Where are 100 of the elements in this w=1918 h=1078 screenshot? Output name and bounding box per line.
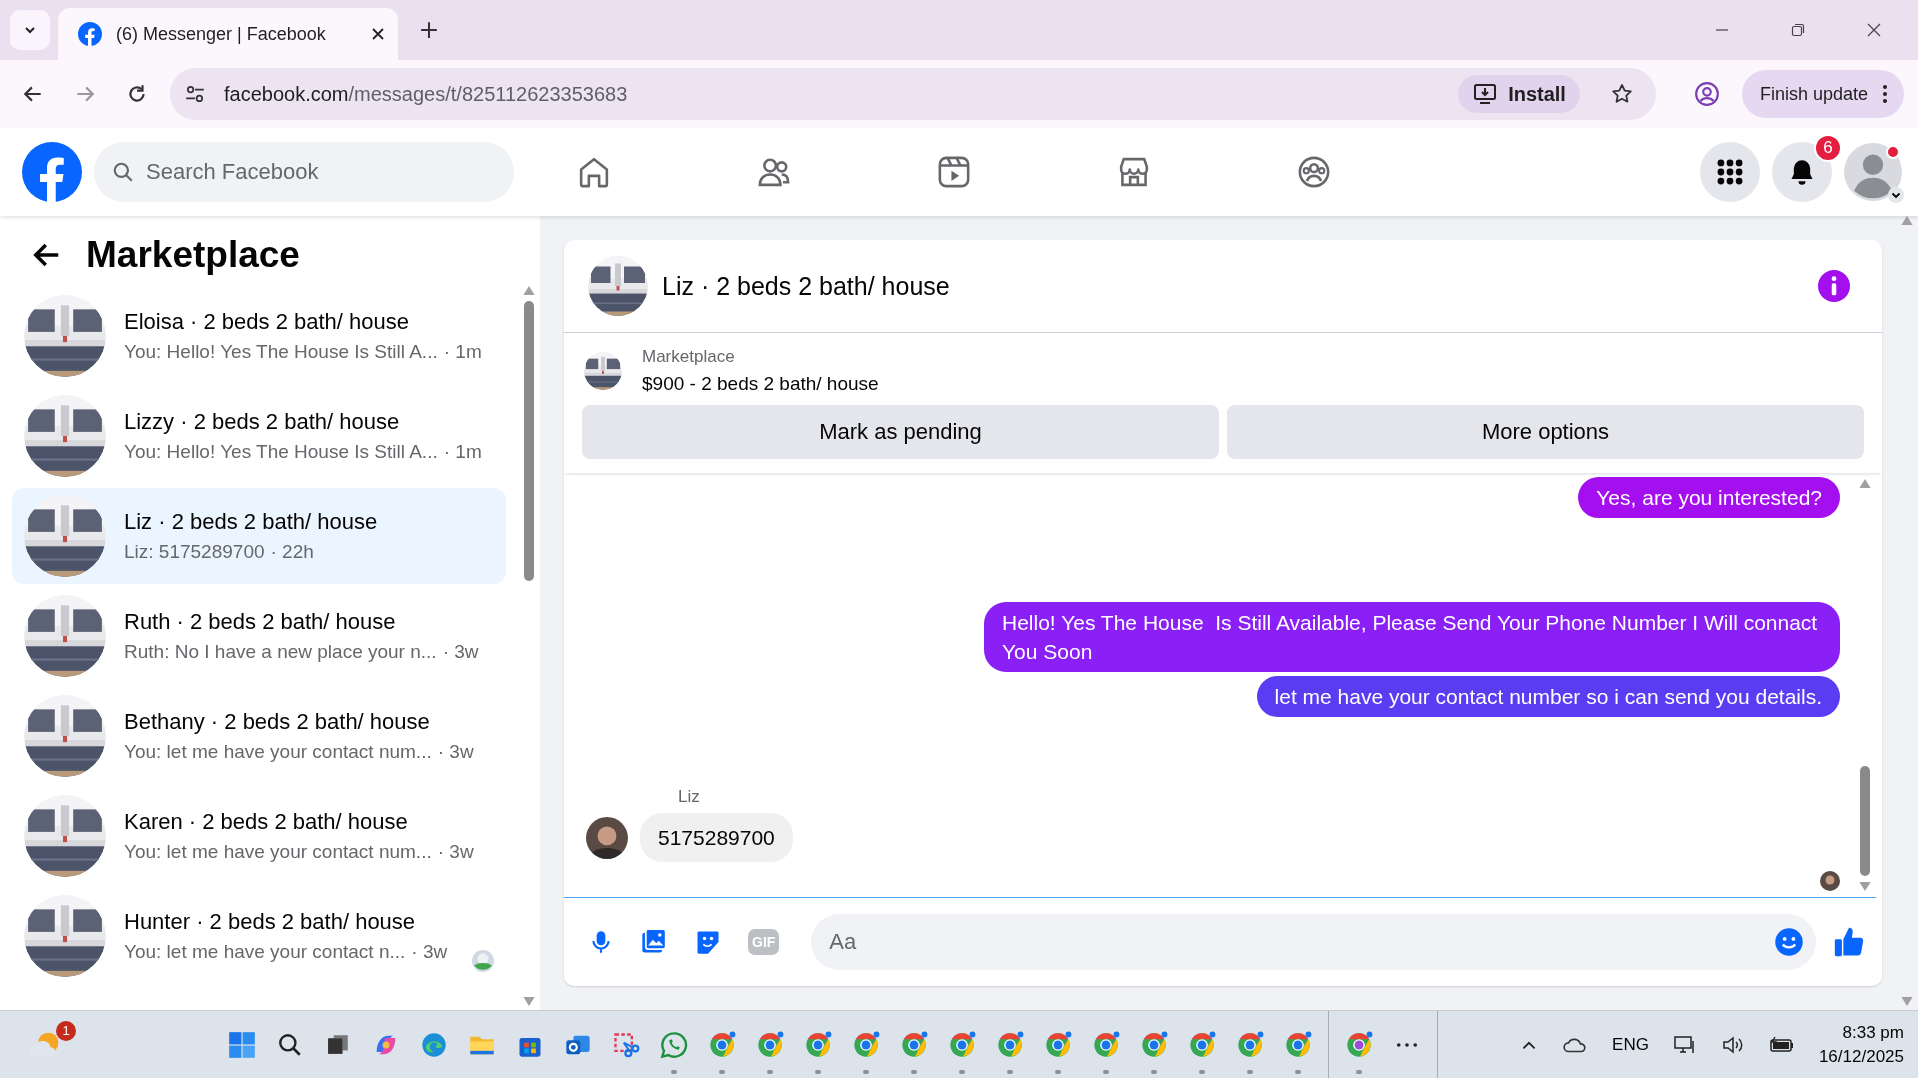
chat-title: Liz · 2 beds 2 bath/ house	[662, 271, 950, 301]
emoji-icon[interactable]	[1774, 927, 1804, 957]
conversation-item[interactable]: Hunter · 2 beds 2 bath/ house You: let me have your contact n... · 3w	[12, 888, 506, 984]
conversation-item[interactable]: Ruth · 2 beds 2 bath/ house Ruth: No I have a new place your n... · 3w	[12, 588, 506, 684]
browser-icon[interactable]	[804, 1030, 832, 1059]
groups-icon[interactable]	[1296, 154, 1332, 190]
edge-icon[interactable]	[420, 1030, 448, 1059]
search-field[interactable]: Search Facebook	[94, 142, 514, 202]
browser-icon[interactable]	[1345, 1030, 1373, 1059]
language-indicator[interactable]: ENG	[1612, 1034, 1649, 1055]
conversation-item[interactable]: Karen · 2 beds 2 bath/ house You: let me have your contact num... · 3w	[12, 788, 506, 884]
reload-icon[interactable]	[126, 83, 148, 105]
scroll-down-icon[interactable]	[1859, 882, 1871, 891]
conversation-name: Liz · 2 beds 2 bath/ house	[124, 509, 378, 535]
close-icon[interactable]	[1866, 22, 1882, 38]
message-preview: You: let me have your contact n...	[124, 941, 406, 963]
avatar-icon	[586, 816, 628, 859]
grid-icon	[1717, 159, 1743, 185]
info-icon[interactable]	[1818, 270, 1850, 302]
scissors-icon[interactable]	[612, 1030, 640, 1059]
notification-badge: 6	[1814, 134, 1842, 162]
caret-icon[interactable]	[1888, 187, 1904, 203]
facebook-logo[interactable]	[22, 142, 82, 202]
browser-icon[interactable]	[1284, 1030, 1312, 1059]
listing-action-button[interactable]: Mark as pending	[582, 405, 1219, 459]
image-icon[interactable]	[640, 928, 668, 956]
search-icon	[112, 161, 134, 183]
seen-avatar-icon	[1820, 871, 1840, 891]
message-time: · 3w	[437, 841, 474, 863]
sidebar-title: Marketplace	[86, 234, 300, 276]
facebook-logo-icon	[78, 22, 102, 46]
message-time: · 22h	[270, 541, 314, 563]
finish-update-button[interactable]: Finish update	[1741, 70, 1904, 118]
conversation-item[interactable]: Liz · 2 beds 2 bath/ house Liz: 5175289700 · 22h	[12, 488, 506, 584]
menu-button[interactable]	[1700, 142, 1760, 202]
listing-action-button[interactable]: More options	[1227, 405, 1864, 459]
conversation-item[interactable]: Bethany · 2 beds 2 bath/ house You: let me have your contact num... · 3w	[12, 688, 506, 784]
sent-message: let me have your contact number so i can send you details.	[1256, 676, 1840, 717]
clock-date[interactable]: 16/12/2025	[1818, 1046, 1904, 1067]
conversation-name: Eloisa · 2 beds 2 bath/ house	[124, 309, 410, 335]
listing-title: $900 - 2 beds 2 bath/ house	[642, 373, 879, 395]
site-settings-icon[interactable]	[184, 83, 206, 105]
more-icon[interactable]	[1396, 1041, 1418, 1048]
browser-icon[interactable]	[1188, 1030, 1216, 1059]
message-time: · 1m	[443, 441, 482, 463]
scrollbar-thumb[interactable]	[524, 301, 534, 581]
conversation-name: Ruth · 2 beds 2 bath/ house	[124, 609, 397, 635]
new-tab-icon[interactable]	[420, 21, 438, 39]
conversation-item[interactable]: Eloisa · 2 beds 2 bath/ house You: Hello! Yes The House Is Still A... · 1m	[12, 288, 506, 384]
star-icon[interactable]	[1609, 82, 1634, 106]
close-icon[interactable]	[372, 28, 384, 40]
browser-icon[interactable]	[1236, 1030, 1264, 1059]
browser-icon[interactable]	[756, 1030, 784, 1059]
message-preview: Ruth: No I have a new place your n...	[124, 641, 437, 663]
browser-icon[interactable]	[1092, 1030, 1120, 1059]
video-icon[interactable]	[936, 154, 972, 190]
message-time: · 1m	[443, 341, 482, 363]
browser-tab[interactable]: (6) Messenger | Facebook	[58, 8, 398, 60]
browser-icon[interactable]	[996, 1030, 1024, 1059]
profile-icon[interactable]	[1693, 81, 1720, 107]
url-text: facebook.com/messages/t/825112623353683	[224, 82, 628, 106]
tab-title: (6) Messenger | Facebook	[116, 23, 327, 45]
search-icon[interactable]	[277, 1031, 303, 1058]
browser-icon[interactable]	[852, 1030, 880, 1059]
windows-start-icon[interactable]	[228, 1030, 256, 1059]
message-time: · 3w	[437, 741, 474, 763]
message-preview: You: let me have your contact num...	[124, 741, 432, 763]
browser-icon[interactable]	[708, 1030, 736, 1059]
browser-icon[interactable]	[1140, 1030, 1168, 1059]
sent-message: Hello! Yes The House Is Still Available, Please Send Your Phone Number I Will connact You Soon	[984, 602, 1840, 672]
conversation-name: Lizzy · 2 beds 2 bath/ house	[124, 409, 401, 435]
sender-name: Liz	[678, 787, 701, 807]
scrollbar-thumb[interactable]	[1860, 766, 1870, 876]
browser-icon[interactable]	[1044, 1030, 1072, 1059]
install-icon	[1472, 82, 1499, 106]
clock-time[interactable]: 8:33 pm	[1842, 1022, 1904, 1043]
scroll-up-icon[interactable]	[523, 286, 535, 295]
chat-bubble-icon[interactable]	[660, 1030, 688, 1059]
address-bar[interactable]: facebook.com/messages/t/825112623353683 Install	[170, 68, 1656, 120]
restore-icon[interactable]	[1790, 22, 1806, 38]
received-message: 5175289700	[640, 813, 793, 862]
sent-message: Yes, are you interested?	[1578, 477, 1840, 518]
conversation-item[interactable]: Lizzy · 2 beds 2 bath/ house You: Hello! Yes The House Is Still A... · 1m	[12, 388, 506, 484]
status-dot	[1886, 145, 1900, 159]
message-field[interactable]: Aa	[811, 914, 1816, 970]
notifications-button[interactable]	[1772, 142, 1832, 202]
browser-icon[interactable]	[948, 1030, 976, 1059]
message-time: · 3w	[442, 641, 479, 663]
scroll-up-icon[interactable]	[1859, 479, 1871, 488]
browser-icon[interactable]	[900, 1030, 928, 1059]
conversation-name: Karen · 2 beds 2 bath/ house	[124, 809, 409, 835]
message-time: · 3w	[411, 941, 448, 963]
scroll-down-icon[interactable]	[523, 997, 535, 1006]
install-button[interactable]: Install	[1458, 75, 1580, 113]
avatar-icon[interactable]	[1844, 143, 1902, 201]
thumbs-up-icon[interactable]	[1832, 925, 1866, 959]
battery-icon[interactable]	[1768, 1034, 1795, 1055]
message-preview: You: Hello! Yes The House Is Still A...	[124, 441, 438, 463]
message-preview: You: Hello! Yes The House Is Still A...	[124, 341, 438, 363]
listing-source: Marketplace	[642, 347, 736, 367]
